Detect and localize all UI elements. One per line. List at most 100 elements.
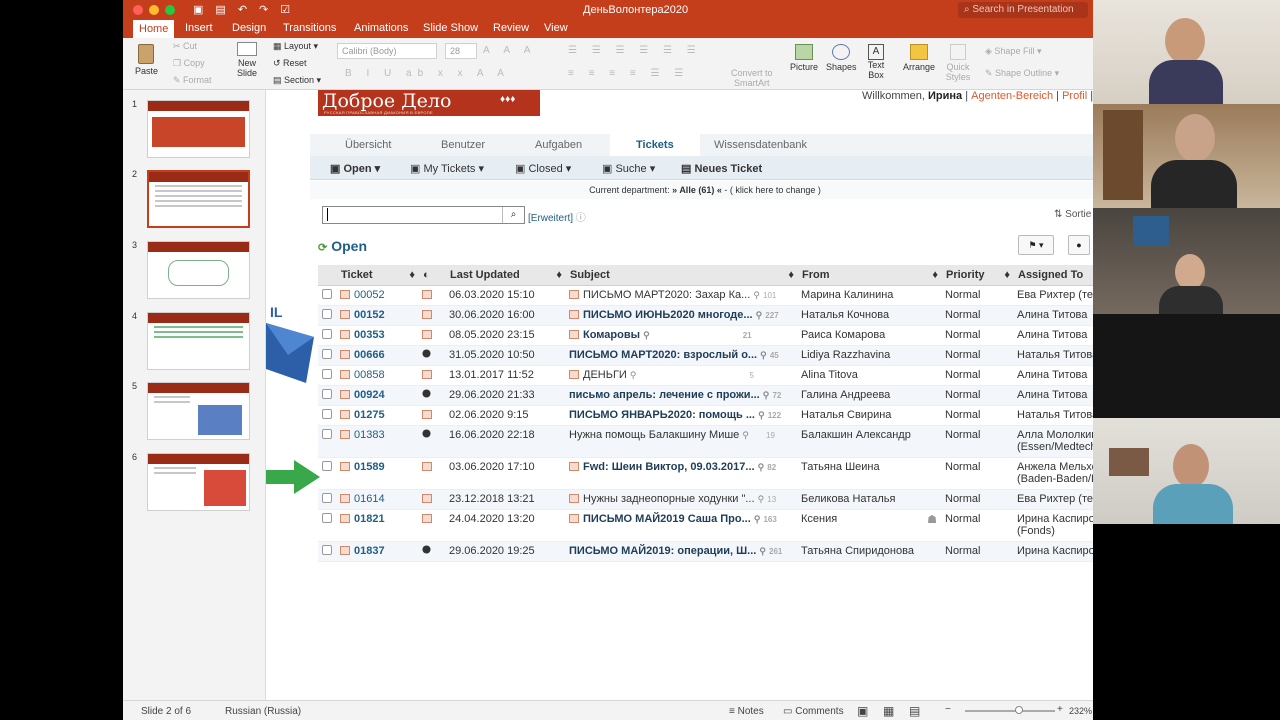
zoom-out-icon[interactable]: − bbox=[945, 704, 951, 715]
zoom-slider-thumb[interactable] bbox=[1015, 706, 1023, 714]
slide-thumbnail-4[interactable] bbox=[147, 312, 250, 370]
row-checkbox[interactable] bbox=[322, 328, 332, 339]
row-checkbox[interactable] bbox=[322, 428, 332, 439]
nav-tickets[interactable]: Tickets bbox=[610, 134, 700, 156]
minimize-window-button[interactable] bbox=[149, 5, 159, 15]
row-checkbox[interactable] bbox=[322, 408, 332, 419]
advanced-search-link[interactable]: [Erweitert] ⓘ bbox=[528, 209, 586, 224]
refresh-icon[interactable]: ⟳ bbox=[318, 242, 327, 254]
table-row[interactable]: 00858 13.01.2017 11:52 ДЕНЬГИ ⚲ 5 Alina … bbox=[318, 365, 1093, 386]
slide-thumbnail-3[interactable] bbox=[147, 241, 250, 299]
video-participant-5[interactable] bbox=[1093, 418, 1280, 524]
shape-fill-button[interactable]: ◈ Shape Fill ▾ bbox=[985, 46, 1041, 56]
text-box-button[interactable]: A Text Box bbox=[863, 44, 889, 80]
text-format-buttons[interactable]: B I U ab x x A A bbox=[345, 68, 510, 79]
arrange-button[interactable]: Arrange bbox=[903, 44, 935, 72]
tab-insert[interactable]: Insert bbox=[185, 22, 213, 34]
font-size-select[interactable]: 28 bbox=[445, 43, 477, 59]
closed-tickets-menu[interactable]: ▣ Closed ▾ bbox=[515, 162, 571, 175]
ticket-id-link[interactable]: 01275 bbox=[354, 409, 385, 421]
save-icon[interactable]: ▤ bbox=[215, 3, 225, 16]
table-row[interactable]: 00152 30.06.2020 16:00 ПИСЬМО ИЮНЬ2020 м… bbox=[318, 305, 1093, 326]
video-participant-3[interactable] bbox=[1093, 208, 1280, 314]
row-checkbox[interactable] bbox=[322, 368, 332, 379]
table-row[interactable]: 01275 02.06.2020 9:15 ПИСЬМО ЯНВАРЬ2020:… bbox=[318, 405, 1093, 426]
slide-sorter-icon[interactable]: ▦ bbox=[883, 704, 894, 718]
new-slide-button[interactable]: New Slide bbox=[233, 42, 261, 78]
ticket-subject-link[interactable]: Комаровы bbox=[583, 329, 640, 341]
ticket-subject-link[interactable]: ПИСЬМО МАРТ2020: взрослый о... bbox=[569, 349, 757, 361]
table-row[interactable]: 01837 29.06.2020 19:25 ПИСЬМО МАЙ2019: о… bbox=[318, 541, 1093, 562]
slide-thumbnail-1[interactable] bbox=[147, 100, 250, 158]
ticket-subject-link[interactable]: Нужны заднеопорные ходунки "... bbox=[583, 493, 755, 505]
tab-view[interactable]: View bbox=[544, 22, 568, 34]
row-checkbox[interactable] bbox=[322, 460, 332, 471]
ticket-id-link[interactable]: 00924 bbox=[354, 389, 385, 401]
ticket-subject-link[interactable]: ПИСЬМО ИЮНЬ2020 многоде... bbox=[583, 309, 753, 321]
reset-button[interactable]: ↺ Reset bbox=[273, 58, 307, 68]
nav-tasks[interactable]: Aufgaben bbox=[535, 139, 582, 151]
row-checkbox[interactable] bbox=[322, 308, 332, 319]
undo-icon[interactable]: ↶ bbox=[238, 3, 247, 16]
table-row[interactable]: 00353 08.05.2020 23:15 Комаровы ⚲ 21 Раи… bbox=[318, 325, 1093, 346]
row-checkbox[interactable] bbox=[322, 388, 332, 399]
ticket-subject-link[interactable]: ПИСЬМО МАЙ2019 Саша Про... bbox=[583, 513, 751, 525]
font-name-select[interactable]: Calibri (Body) bbox=[337, 43, 437, 59]
sort-button[interactable]: ⇅ Sortie bbox=[1054, 209, 1091, 220]
column-header-ticket[interactable]: Ticket ♦ bbox=[336, 265, 418, 286]
ticket-subject-link[interactable]: Fwd: Шеин Виктор, 09.03.2017... bbox=[583, 461, 755, 473]
ticket-id-link[interactable]: 00666 bbox=[354, 349, 385, 361]
section-button[interactable]: ▤ Section ▾ bbox=[273, 75, 321, 85]
ticket-id-link[interactable]: 00353 bbox=[354, 329, 385, 341]
paste-button[interactable]: Paste bbox=[135, 44, 158, 76]
zoom-in-icon[interactable]: + bbox=[1057, 704, 1063, 715]
nav-users[interactable]: Benutzer bbox=[441, 139, 485, 151]
column-header-last-updated[interactable]: Last Updated ♦ bbox=[445, 265, 565, 286]
slide-canvas[interactable]: IL Доброе Дело РУССКАЯ ПРАВОСЛАВНАЯ ДИАК… bbox=[266, 90, 1093, 700]
video-participant-1[interactable] bbox=[1093, 0, 1280, 104]
notes-button[interactable]: ≡ Notes bbox=[729, 706, 764, 717]
tab-animations[interactable]: Animations bbox=[354, 22, 408, 34]
convert-smartart-button[interactable]: Convert to SmartArt bbox=[731, 68, 773, 88]
copy-button[interactable]: ❐ Copy bbox=[173, 58, 205, 68]
ticket-subject-link[interactable]: ДЕНЬГИ bbox=[583, 369, 627, 381]
quick-styles-button[interactable]: Quick Styles bbox=[945, 44, 971, 82]
ticket-id-link[interactable]: 00052 bbox=[354, 289, 385, 301]
agent-area-link[interactable]: Agenten-Bereich bbox=[971, 90, 1053, 102]
ticket-id-link[interactable]: 01837 bbox=[354, 545, 385, 557]
table-row[interactable]: 01821 24.04.2020 13:20 ПИСЬМО МАЙ2019 Са… bbox=[318, 509, 1093, 542]
normal-view-icon[interactable]: ▣ bbox=[857, 704, 868, 718]
column-header-assigned-to[interactable]: Assigned To bbox=[1013, 265, 1093, 286]
column-header-subject[interactable]: Subject ♦ bbox=[565, 265, 797, 286]
shape-outline-button[interactable]: ✎ Shape Outline ▾ bbox=[985, 68, 1059, 78]
customize-icon[interactable]: ☑ bbox=[280, 3, 290, 16]
department-selector[interactable]: Current department: » Alle (61) « - ( kl… bbox=[310, 181, 1093, 199]
table-row[interactable]: 01589 03.06.2020 17:10 Fwd: Шеин Виктор,… bbox=[318, 457, 1093, 490]
ticket-id-link[interactable]: 01821 bbox=[354, 513, 385, 525]
nav-overview[interactable]: Übersicht bbox=[345, 139, 391, 151]
user-filter-button[interactable]: ● bbox=[1068, 235, 1090, 255]
comments-button[interactable]: ▭ Comments bbox=[783, 706, 844, 717]
ticket-subject-link[interactable]: письмо апрель: лечение с прожи... bbox=[569, 389, 760, 401]
new-ticket-link[interactable]: ▤ Neues Ticket bbox=[681, 162, 762, 175]
tab-home[interactable]: Home bbox=[133, 20, 175, 38]
slide-thumbnail-6[interactable] bbox=[147, 453, 250, 511]
close-window-button[interactable] bbox=[133, 5, 143, 15]
picture-button[interactable]: Picture bbox=[789, 44, 819, 72]
align-buttons[interactable]: ≡ ≡ ≡ ≡ ☰ ☰ bbox=[568, 68, 689, 79]
table-row[interactable]: 00666 31.05.2020 10:50 ПИСЬМО МАРТ2020: … bbox=[318, 345, 1093, 366]
ticket-id-link[interactable]: 00152 bbox=[354, 309, 385, 321]
search-icon[interactable]: ⌕ bbox=[502, 207, 524, 223]
slide-thumbnail-2[interactable] bbox=[147, 170, 250, 228]
format-painter-button[interactable]: ✎ Format bbox=[173, 75, 212, 85]
list-buttons[interactable]: ☰ ☰ ☰ ☰ ☰ ☰ bbox=[568, 45, 702, 56]
ticket-subject-link[interactable]: Нужна помощь Балакшину Мише bbox=[569, 429, 739, 441]
video-participant-4[interactable] bbox=[1093, 314, 1280, 418]
open-tickets-menu[interactable]: ▣ Open ▾ bbox=[330, 162, 380, 175]
tab-transitions[interactable]: Transitions bbox=[283, 22, 336, 34]
column-header-from[interactable]: From ♦ bbox=[797, 265, 941, 286]
table-row[interactable]: 00924 29.06.2020 21:33 письмо апрель: ле… bbox=[318, 385, 1093, 406]
ticket-id-link[interactable]: 00858 bbox=[354, 369, 385, 381]
zoom-window-button[interactable] bbox=[165, 5, 175, 15]
language-indicator[interactable]: Russian (Russia) bbox=[225, 706, 301, 717]
